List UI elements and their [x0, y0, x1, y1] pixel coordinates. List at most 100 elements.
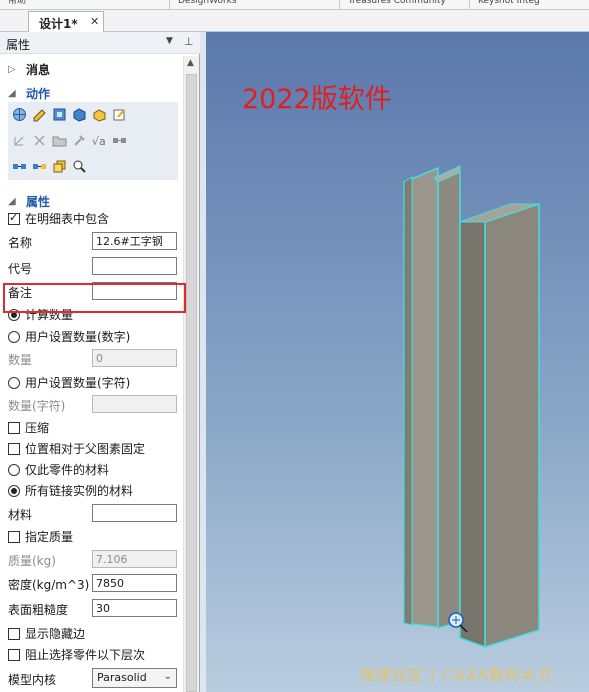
- section-actions-label: 动作: [26, 87, 51, 101]
- fixed-relative-checkbox[interactable]: [8, 443, 20, 455]
- globe-icon[interactable]: [12, 107, 27, 122]
- include-in-bom-row[interactable]: 在明细表中包含: [8, 210, 109, 227]
- link-icon[interactable]: [112, 133, 127, 148]
- quantity-field: 0: [92, 349, 177, 367]
- user-quantity-number-label: 用户设置数量(数字): [25, 330, 131, 344]
- mass-label: 质量(kg): [8, 554, 56, 568]
- all-instances-material-row[interactable]: 所有链接实例的材料: [8, 482, 133, 499]
- triangle-down-icon: ◢: [8, 88, 16, 99]
- roughness-field[interactable]: 30: [92, 599, 177, 617]
- pin-icon[interactable]: ⊥: [184, 35, 194, 48]
- chevron-down-icon[interactable]: ▼: [166, 36, 173, 46]
- ribbon-tab-strip: 帮助 DesignWorks Treasures Community Keysh…: [0, 0, 589, 10]
- code-highlight-box: [3, 283, 186, 313]
- beam-left-flange-edge: [403, 176, 413, 626]
- show-hidden-edges-row[interactable]: 显示隐藏边: [8, 625, 85, 642]
- include-in-bom-checkbox[interactable]: [8, 211, 20, 225]
- ribbon-tab[interactable]: Keyshot Integ: [470, 0, 589, 9]
- specify-mass-checkbox[interactable]: [8, 531, 20, 543]
- zoom-icon[interactable]: [72, 159, 87, 174]
- properties-panel: 属性 ▼ ⊥ ▲ ▷ 消息 ◢ 动作 √a ◢ 属性 ✓在明细表中包含 名称 1…: [0, 32, 200, 692]
- roughness-label: 表面粗糙度: [8, 603, 69, 617]
- mass-field: 7.106: [92, 550, 177, 568]
- model-kernel-select[interactable]: Parasolid ⌄: [92, 668, 177, 688]
- code-field[interactable]: [92, 257, 177, 275]
- block-select-below-checkbox[interactable]: [8, 649, 20, 661]
- scrollbar-thumb[interactable]: [186, 74, 197, 692]
- edit-icon[interactable]: [112, 107, 127, 122]
- compress-row[interactable]: 压缩: [8, 419, 49, 436]
- connect-icon[interactable]: [12, 159, 27, 174]
- folder-icon[interactable]: [52, 133, 67, 148]
- svg-text:√a: √a: [92, 135, 106, 148]
- beam-web: [437, 170, 461, 629]
- document-tab-bar: 设计1* ✕: [0, 10, 589, 32]
- fixed-relative-row[interactable]: 位置相对于父图素固定: [8, 440, 145, 457]
- material-field[interactable]: [92, 504, 177, 522]
- only-part-material-label: 仅此零件的材料: [25, 463, 110, 477]
- pencil-icon[interactable]: [32, 107, 47, 122]
- all-instances-material-label: 所有链接实例的材料: [25, 484, 134, 498]
- compress-label: 压缩: [25, 421, 50, 435]
- section-messages[interactable]: ▷ 消息: [8, 61, 50, 78]
- density-label: 密度(kg/m^3): [8, 578, 90, 592]
- panel-title: 属性: [6, 38, 31, 52]
- connect-yellow-icon[interactable]: [32, 159, 47, 174]
- user-quantity-char-radio[interactable]: [8, 377, 20, 389]
- section-actions[interactable]: ◢ 动作: [8, 85, 50, 102]
- all-instances-material-radio[interactable]: [8, 485, 20, 497]
- density-field[interactable]: 7850: [92, 574, 177, 592]
- block-select-below-label: 阻止选择零件以下层次: [25, 648, 146, 662]
- user-quantity-char-label: 用户设置数量(字符): [25, 376, 131, 390]
- panel-header: 属性 ▼ ⊥: [0, 32, 200, 54]
- watermark: 咖速社区 | CAXA数码大方: [360, 666, 553, 684]
- include-in-bom-label: 在明细表中包含: [25, 212, 110, 226]
- show-hidden-edges-checkbox[interactable]: [8, 628, 20, 640]
- fixed-relative-label: 位置相对于父图素固定: [25, 442, 146, 456]
- beam-right-flange: [484, 202, 540, 649]
- section-properties-label: 属性: [26, 195, 51, 209]
- show-hidden-edges-label: 显示隐藏边: [25, 627, 86, 641]
- quantity-char-field: [92, 395, 177, 413]
- name-field[interactable]: 12.6#工字钢: [92, 232, 177, 250]
- close-icon[interactable]: ✕: [90, 15, 99, 28]
- document-tab[interactable]: 设计1* ✕: [28, 11, 104, 32]
- ribbon-tab[interactable]: 帮助: [0, 0, 170, 9]
- section-messages-label: 消息: [26, 63, 51, 77]
- user-quantity-char-row[interactable]: 用户设置数量(字符): [8, 374, 130, 391]
- i-beam-model[interactable]: [206, 32, 589, 692]
- name-label: 名称: [8, 236, 33, 250]
- specify-mass-row[interactable]: 指定质量: [8, 528, 73, 545]
- beam-right-flange-side: [459, 212, 486, 649]
- section-properties[interactable]: ◢ 属性: [8, 193, 50, 210]
- code-label: 代号: [8, 262, 33, 276]
- triangle-down-icon: ◢: [8, 196, 16, 207]
- scroll-up-icon[interactable]: ▲: [187, 58, 194, 68]
- box-icon[interactable]: [52, 107, 67, 122]
- tool-icon[interactable]: [32, 133, 47, 148]
- layers-icon[interactable]: [52, 159, 67, 174]
- only-part-material-radio[interactable]: [8, 464, 20, 476]
- model-kernel-value: Parasolid: [97, 671, 147, 684]
- chevron-right-icon: ▷: [8, 64, 16, 75]
- sqrt-icon[interactable]: √a: [92, 133, 107, 148]
- chevron-down-icon: ⌄: [163, 671, 172, 682]
- document-tab-title: 设计1*: [39, 17, 78, 31]
- action-icon-toolbar: √a: [8, 102, 178, 180]
- user-quantity-number-row[interactable]: 用户设置数量(数字): [8, 328, 130, 345]
- specify-mass-label: 指定质量: [25, 530, 74, 544]
- design-viewport[interactable]: 2022版软件 咖速社区 | CAXA数码大方: [206, 32, 589, 692]
- compress-checkbox[interactable]: [8, 422, 20, 434]
- quantity-char-label: 数量(字符): [8, 399, 66, 413]
- app-window: 帮助 DesignWorks Treasures Community Keysh…: [0, 0, 589, 692]
- block-select-below-row[interactable]: 阻止选择零件以下层次: [8, 646, 145, 663]
- cube-icon[interactable]: [72, 107, 87, 122]
- axis-icon[interactable]: [12, 133, 27, 148]
- user-quantity-number-radio[interactable]: [8, 331, 20, 343]
- wrench-icon[interactable]: [72, 133, 87, 148]
- only-part-material-row[interactable]: 仅此零件的材料: [8, 461, 109, 478]
- yellow-cube-icon[interactable]: [92, 107, 107, 122]
- ribbon-tab[interactable]: DesignWorks: [170, 0, 340, 9]
- ribbon-tab[interactable]: Treasures Community: [340, 0, 470, 9]
- panel-scrollbar[interactable]: ▲: [183, 56, 199, 692]
